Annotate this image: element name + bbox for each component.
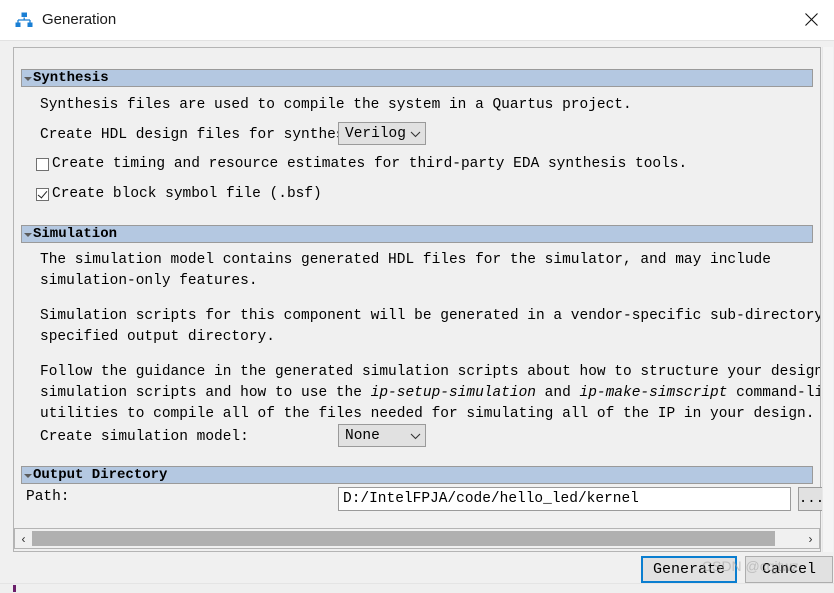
content-panel: Synthesis Synthesis files are used to co… [13, 47, 821, 552]
section-title-synthesis: Synthesis [33, 70, 109, 86]
chevron-down-icon[interactable] [22, 467, 33, 483]
section-header-output-directory[interactable]: Output Directory [21, 466, 813, 484]
hdl-language-value: Verilog [345, 125, 406, 142]
output-path-input[interactable] [338, 487, 791, 511]
chevron-down-icon[interactable] [406, 130, 426, 138]
content-scroll-area: Synthesis Synthesis files are used to co… [14, 48, 820, 527]
horizontal-scrollbar[interactable]: ‹ › [14, 528, 820, 549]
checkbox-row-block-symbol[interactable]: Create block symbol file (.bsf) [36, 185, 322, 203]
hdl-language-label: Create HDL design files for synthesis: [40, 127, 371, 143]
section-header-simulation[interactable]: Simulation [21, 225, 813, 243]
sim-p3-l2-italic-ip-make-simscript: ip-make-simscript [579, 385, 728, 401]
chevron-down-icon[interactable] [405, 432, 425, 440]
title-bar: Generation [0, 0, 834, 41]
cancel-button[interactable]: Cancel [745, 556, 833, 583]
checkbox-timing-estimates[interactable] [36, 157, 49, 171]
checkbox-row-timing-estimates[interactable]: Create timing and resource estimates for… [36, 155, 687, 173]
scrollbar-track[interactable] [32, 531, 802, 546]
checkbox-label-timing-estimates: Create timing and resource estimates for… [52, 156, 688, 172]
simulation-paragraph-1-line-2: simulation-only features. [40, 273, 258, 289]
sim-p3-l2-part-a: simulation scripts and how to use the [40, 385, 371, 401]
scrollbar-thumb[interactable] [32, 531, 776, 546]
simulation-paragraph-3-line-3: utilities to compile all of the files ne… [40, 406, 815, 422]
browse-button[interactable]: ... [798, 487, 825, 511]
generation-dialog: Generation Synthesis Synthesis files are… [0, 0, 834, 593]
simulation-model-select[interactable]: None [338, 424, 426, 447]
vertical-scrollbar[interactable] [822, 47, 833, 552]
section-header-synthesis[interactable]: Synthesis [21, 69, 813, 87]
generate-button[interactable]: Generate [641, 556, 737, 583]
window-title: Generation [42, 11, 117, 28]
simulation-model-value: None [345, 427, 380, 444]
simulation-model-label: Create simulation model: [40, 429, 249, 445]
close-icon[interactable] [788, 0, 834, 39]
section-title-simulation: Simulation [33, 226, 118, 242]
chevron-down-icon[interactable] [22, 226, 33, 242]
sim-p3-l2-part-c: command-line [736, 385, 820, 401]
sim-p3-l2-italic-ip-setup-simulation: ip-setup-simulation [370, 385, 536, 401]
simulation-paragraph-2-line-2: specified output directory. [40, 329, 275, 345]
sim-p3-l2-part-b: and [535, 385, 580, 401]
scroll-right-arrow-icon[interactable]: › [802, 529, 819, 548]
simulation-paragraph-3-line-1: Follow the guidance in the generated sim… [40, 364, 820, 380]
synthesis-description: Synthesis files are used to compile the … [40, 97, 632, 113]
checkbox-label-block-symbol: Create block symbol file (.bsf) [52, 186, 322, 202]
simulation-paragraph-1-line-1: The simulation model contains generated … [40, 252, 771, 268]
simulation-paragraph-2-line-1: Simulation scripts for this component wi… [40, 308, 820, 324]
scroll-left-arrow-icon[interactable]: ‹ [15, 529, 32, 548]
bottom-accent-mark [13, 585, 16, 592]
checkbox-block-symbol[interactable] [36, 187, 49, 201]
section-title-output-directory: Output Directory [33, 467, 168, 483]
hdl-language-select[interactable]: Verilog [338, 122, 426, 145]
hierarchy-icon [14, 10, 34, 30]
path-label: Path: [26, 489, 70, 505]
simulation-paragraph-3-line-2: simulation scripts and how to use the ip… [40, 383, 820, 404]
chevron-down-icon[interactable] [22, 70, 33, 86]
